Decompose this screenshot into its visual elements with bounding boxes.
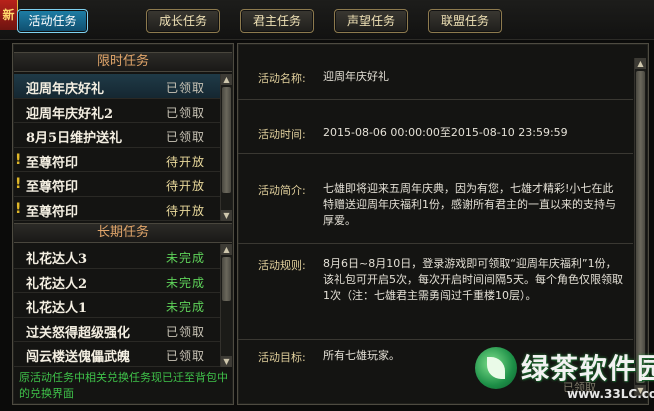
warning-exclamation-icon: ! xyxy=(15,151,22,168)
tab-growth-tasks[interactable]: 成长任务 xyxy=(146,9,220,33)
task-row[interactable]: 礼花达人2 未完成 xyxy=(14,269,220,293)
longterm-list-scrollbar[interactable]: ▲ ▼ xyxy=(220,244,232,367)
task-status: 待开放 xyxy=(166,179,206,193)
task-title: 闯云楼送傀儡武魄 xyxy=(26,350,131,365)
scroll-up-arrow-icon[interactable]: ▲ xyxy=(635,58,646,69)
task-list-panel: 限时任务 迎周年庆好礼 已领取 迎周年庆好礼2 已领取 8月5日维护送礼 已领取! 至尊符印… xyxy=(12,43,234,405)
scroll-thumb[interactable] xyxy=(636,71,645,383)
task-row[interactable]: ! 至尊符印 待开放 xyxy=(14,148,220,172)
activity-name-value: 迎周年庆好礼 xyxy=(323,70,389,83)
scroll-thumb[interactable] xyxy=(222,257,231,301)
tab-lord-tasks[interactable]: 君主任务 xyxy=(240,9,314,33)
task-status: 未完成 xyxy=(166,251,206,265)
task-row[interactable]: 闯云楼送傀儡武魄 已领取 xyxy=(14,342,220,367)
task-row[interactable]: ! 至尊符印 待开放 xyxy=(14,172,220,197)
activity-name-field: 活动名称: 迎周年庆好礼 xyxy=(238,44,633,100)
activity-rules-value: 8月6日~8月10日，登录游戏即可领取“迎周年庆福利”1份，该礼包可开启5次，每… xyxy=(323,257,623,302)
task-status: 待开放 xyxy=(166,203,206,218)
site-watermark: 已领取 绿茶软件园 www.33LC.com xyxy=(475,345,654,407)
task-title: 礼花达人3 xyxy=(26,252,88,267)
activity-intro-label: 活动简介: xyxy=(258,184,306,197)
task-row[interactable]: ! 至尊符印 待开放 xyxy=(14,197,220,221)
task-status: 已领取 xyxy=(166,105,206,120)
task-title: 礼花达人2 xyxy=(26,276,88,292)
tab-prestige-tasks[interactable]: 声望任务 xyxy=(334,9,408,33)
task-row[interactable]: 迎周年庆好礼2 已领取 xyxy=(14,99,220,123)
warning-exclamation-icon: ! xyxy=(15,200,22,217)
activity-time-value: 2015-08-06 00:00:00至2015-08-10 23:59:59 xyxy=(323,126,568,139)
task-row[interactable]: 礼花达人3 未完成 xyxy=(14,244,220,269)
longterm-tasks-header: 长期任务 xyxy=(14,223,232,243)
task-status: 已领取 xyxy=(166,349,206,363)
limited-tasks-header: 限时任务 xyxy=(14,52,232,72)
activity-intro-field: 活动简介: 七雄即将迎来五周年庆典，因为有您，七雄才精彩!小七在此特赠送迎周年庆… xyxy=(238,154,633,244)
task-row[interactable]: 礼花达人1 未完成 xyxy=(14,293,220,318)
limited-list-scrollbar[interactable]: ▲ ▼ xyxy=(220,74,232,221)
task-title: 8月5日维护送礼 xyxy=(26,131,123,146)
task-title: 迎周年庆好礼 xyxy=(26,82,105,97)
task-title: 至尊符印 xyxy=(26,204,79,220)
task-status: 待开放 xyxy=(166,154,206,169)
scroll-down-arrow-icon[interactable]: ▼ xyxy=(221,210,232,221)
task-title: 至尊符印 xyxy=(26,180,79,195)
scroll-down-arrow-icon[interactable]: ▼ xyxy=(221,356,232,367)
task-title: 至尊符印 xyxy=(26,155,79,171)
task-status: 未完成 xyxy=(166,300,206,314)
watermark-url: www.33LC.com xyxy=(567,387,654,401)
task-title: 过关怒得超级强化 xyxy=(26,325,131,341)
watermark-site-name: 绿茶软件园 xyxy=(521,352,654,385)
task-status: 已领取 xyxy=(166,130,206,144)
task-row[interactable]: 迎周年庆好礼 已领取 xyxy=(14,74,220,99)
activity-name-label: 活动名称: xyxy=(258,72,306,85)
activity-rules-field: 活动规则: 8月6日~8月10日，登录游戏即可领取“迎周年庆福利”1份，该礼包可… xyxy=(238,244,633,340)
longterm-task-list: 礼花达人3 未完成 礼花达人2 未完成 礼花达人1 未完成 过关怒得超级强化 已领取 闯云楼送傀… xyxy=(14,244,220,367)
tab-alliance-tasks[interactable]: 联盟任务 xyxy=(428,9,502,33)
tab-activity-tasks[interactable]: 活动任务 xyxy=(17,9,88,33)
task-status: 未完成 xyxy=(166,275,206,290)
task-status: 已领取 xyxy=(166,324,206,339)
warning-exclamation-icon: ! xyxy=(15,176,22,192)
task-title: 迎周年庆好礼2 xyxy=(26,106,114,122)
scroll-up-arrow-icon[interactable]: ▲ xyxy=(221,74,232,85)
activity-rules-label: 活动规则: xyxy=(258,259,306,272)
exchange-migration-note: 原活动任务中相关兑换任务现已迁至背包中的兑换界面 xyxy=(19,371,228,400)
activity-target-label: 活动目标: xyxy=(258,351,306,364)
task-title: 礼花达人1 xyxy=(26,301,88,316)
activity-intro-value: 七雄即将迎来五周年庆典，因为有您，七雄才精彩!小七在此特赠送迎周年庆福利1份，感… xyxy=(323,182,616,227)
task-status: 已领取 xyxy=(166,81,206,95)
task-row[interactable]: 8月5日维护送礼 已领取 xyxy=(14,123,220,148)
scroll-thumb[interactable] xyxy=(222,87,231,193)
activity-time-label: 活动时间: xyxy=(258,128,306,141)
tea-leaf-logo-icon xyxy=(475,347,517,389)
scroll-up-arrow-icon[interactable]: ▲ xyxy=(221,244,232,255)
task-tab-bar: 新 活动任务 成长任务 君主任务 声望任务 联盟任务 xyxy=(0,0,654,40)
limited-task-list: 迎周年庆好礼 已领取 迎周年庆好礼2 已领取 8月5日维护送礼 已领取! 至尊符印 待开放! 至… xyxy=(14,74,220,221)
task-row[interactable]: 过关怒得超级强化 已领取 xyxy=(14,318,220,342)
activity-time-field: 活动时间: 2015-08-06 00:00:00至2015-08-10 23:… xyxy=(238,100,633,154)
new-badge: 新 xyxy=(0,0,18,30)
